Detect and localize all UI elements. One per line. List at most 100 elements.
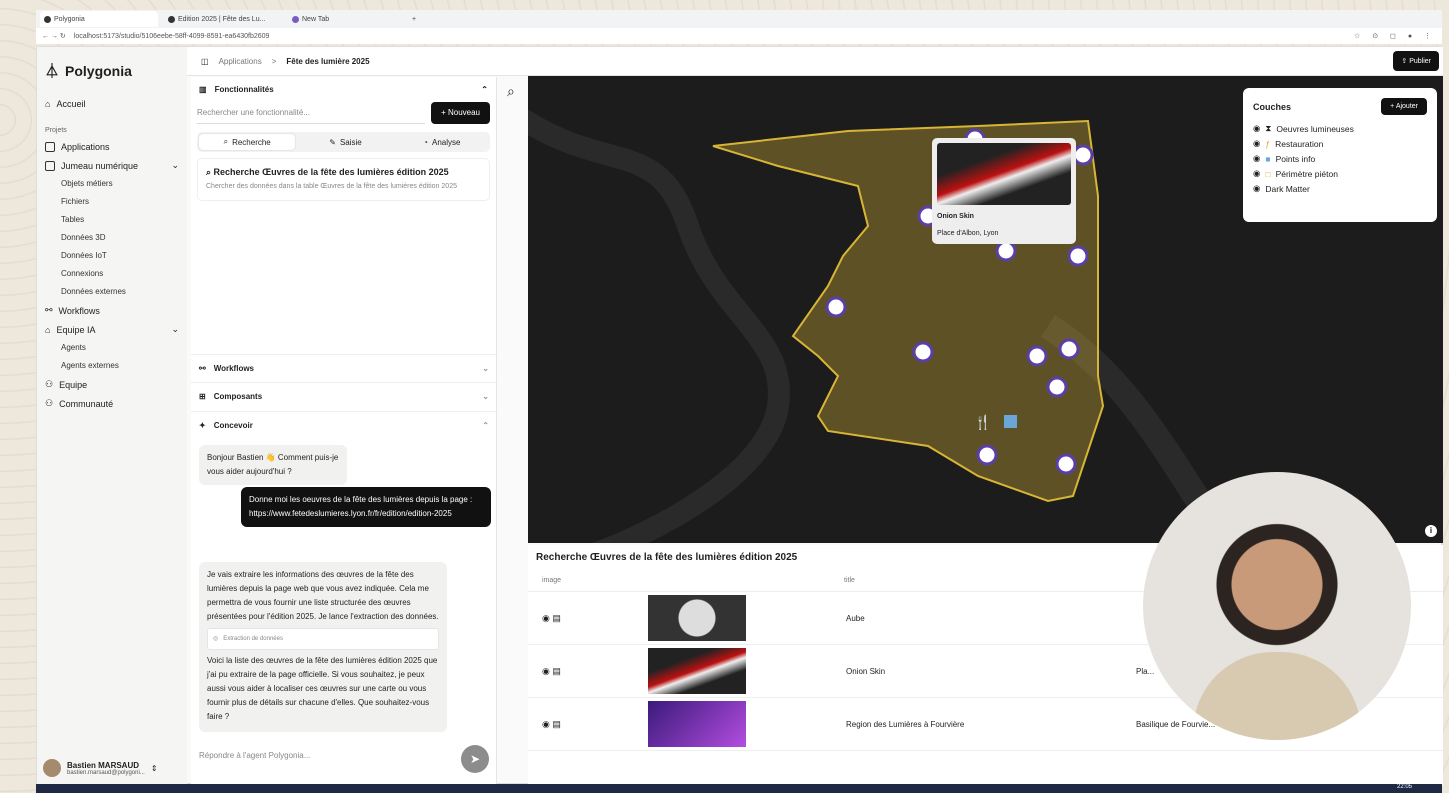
sidebar-subitem[interactable]: Données 3D: [43, 229, 181, 247]
artwork-marker[interactable]: [1055, 453, 1077, 475]
edit-icon: ✎: [329, 137, 336, 147]
chevron-down-icon: ⌄: [171, 160, 179, 170]
map-info-icon[interactable]: i: [1425, 525, 1437, 537]
sidebar-item-label: Equipe IA: [56, 324, 96, 335]
chevron-updown-icon: ⇕: [150, 763, 158, 773]
function-card[interactable]: ⌕ Recherche Œuvres de la fête des lumièr…: [197, 158, 490, 201]
tab-label: Recherche: [232, 137, 271, 147]
eye-icon[interactable]: ◉: [1253, 153, 1260, 164]
globe-tab-icon: [168, 15, 175, 23]
function-card-title: ⌕ Recherche Œuvres de la fête des lumièr…: [206, 167, 481, 178]
sidebar-item-team[interactable]: ⚇ Equipe: [43, 375, 181, 394]
browser-tab[interactable]: New Tab: [288, 11, 406, 27]
new-tab-plus-icon[interactable]: +: [412, 16, 416, 23]
extraction-status[interactable]: ◎ Extraction de données: [207, 628, 439, 650]
artwork-marker[interactable]: [976, 444, 998, 466]
artwork-marker[interactable]: [1072, 144, 1094, 166]
chat-input[interactable]: Répondre à l'agent Polygonia... ➤: [199, 743, 489, 777]
sidebar-subitem[interactable]: Données IoT: [43, 247, 181, 265]
artwork-marker[interactable]: [1067, 245, 1089, 267]
sidebar-toggle-icon[interactable]: ◫: [201, 57, 209, 66]
layer-item[interactable]: ◉ ⧗ Oeuvres lumineuses: [1253, 121, 1427, 136]
extension-icons[interactable]: ☆ ⊙ ◻ ● ⋮: [1354, 32, 1436, 40]
sidebar-subitem[interactable]: Connexions: [43, 265, 181, 283]
artwork-popup[interactable]: Onion Skin Place d'Albon, Lyon: [932, 138, 1076, 244]
sidebar: ⏃ Polygonia ⌂ Accueil Projets Applications…: [37, 47, 187, 785]
functions-search-input[interactable]: Rechercher une fonctionnalité...: [197, 102, 426, 124]
sidebar-item-digital-twin[interactable]: Jumeau numérique ⌄: [43, 156, 181, 175]
send-button[interactable]: ➤: [461, 745, 489, 773]
sidebar-item-ai-team[interactable]: ⌂ Equipe IA ⌄: [43, 320, 181, 339]
functions-search-row: Rechercher une fonctionnalité... + Nouve…: [191, 102, 496, 124]
artwork-marker[interactable]: [1046, 376, 1068, 398]
user-menu[interactable]: Bastien MARSAUD bastien.marsaud@polygoni.…: [43, 759, 158, 777]
home-icon: ⌂: [45, 99, 51, 109]
assistant-message: Bonjour Bastien 👋 Comment puis-je vous a…: [199, 445, 347, 485]
url-field[interactable]: localhost:5173/studio/5106eebe-58ff-4099…: [74, 33, 1346, 40]
sidebar-subitem[interactable]: Tables: [43, 211, 181, 229]
layer-label: Périmètre piéton: [1275, 168, 1338, 179]
publish-button[interactable]: ⇪ Publier: [1393, 51, 1439, 71]
artwork-marker[interactable]: [912, 341, 934, 363]
logo-text: Polygonia: [65, 63, 132, 79]
polygonia-tab-icon: [44, 15, 51, 23]
avatar: [43, 759, 61, 777]
user-name: Bastien MARSAUD: [67, 760, 140, 770]
tab-analyse[interactable]: ◔ Analyse: [394, 132, 490, 152]
breadcrumb-applications[interactable]: Applications: [219, 57, 262, 66]
eye-icon[interactable]: ◉: [1253, 123, 1260, 134]
chevron-up-icon[interactable]: ⌃: [481, 85, 488, 94]
eye-icon[interactable]: ◉: [1253, 168, 1260, 179]
eye-icon[interactable]: ◉: [1253, 183, 1260, 194]
chevron-up-icon: ⌃: [482, 421, 489, 430]
sidebar-subitem[interactable]: Agents: [43, 339, 181, 357]
section-workflows[interactable]: ⚯ Workflows ⌄: [191, 354, 497, 382]
map[interactable]: 🍴 Onion Skin Place d'Albon, Lyon Couches…: [528, 76, 1443, 543]
restaurant-icon[interactable]: 🍴: [974, 414, 991, 431]
sidebar-subitem[interactable]: Agents externes: [43, 357, 181, 375]
row-actions[interactable]: ◉ ▤: [528, 719, 648, 730]
row-title: Region des Lumières à Fourvière: [846, 719, 965, 729]
column-header-title[interactable]: title: [844, 577, 855, 584]
artwork-marker[interactable]: [995, 240, 1017, 262]
sidebar-subitem[interactable]: Fichiers: [43, 193, 181, 211]
tab-saisie[interactable]: ✎ Saisie: [297, 132, 393, 152]
sidebar-subitem[interactable]: Données externes: [43, 283, 181, 301]
artwork-marker[interactable]: [825, 296, 847, 318]
row-actions[interactable]: ◉ ▤: [528, 666, 648, 677]
sidebar-item-label: Jumeau numérique: [61, 160, 139, 171]
search-icon[interactable]: ⌕: [507, 83, 515, 100]
artwork-marker[interactable]: [1026, 345, 1048, 367]
sidebar-item-workflows[interactable]: ⚯ Workflows: [43, 301, 181, 320]
browser-tab[interactable]: Polygonia: [40, 11, 158, 27]
users-icon: ⚇: [45, 398, 54, 408]
functions-panel: ▥ Fonctionnalités ⌃ Rechercher une fonctio…: [191, 77, 497, 785]
column-header-image[interactable]: image: [528, 577, 844, 584]
browser-tab[interactable]: Edition 2025 | Fête des Lu...: [164, 11, 282, 27]
layer-item[interactable]: ◉ ■ Points info: [1253, 151, 1427, 166]
chart-pie-icon: ◔: [423, 137, 428, 147]
sidebar-item-home[interactable]: ⌂ Accueil: [43, 95, 181, 113]
add-layer-button[interactable]: + Ajouter: [1381, 98, 1427, 115]
sidebar-item-community[interactable]: ⚇ Communauté: [43, 394, 181, 413]
nav-arrows-icon[interactable]: ← → ↻: [42, 32, 66, 40]
layer-item[interactable]: ◉ □ Périmètre piéton: [1253, 166, 1427, 181]
address-bar: ← → ↻ localhost:5173/studio/5106eebe-58f…: [36, 28, 1442, 44]
section-concevoir[interactable]: ✦ Concevoir ⌃: [191, 411, 497, 439]
layer-item[interactable]: ◉ ƒ Restauration: [1253, 136, 1427, 151]
new-function-button[interactable]: + Nouveau: [431, 102, 490, 124]
layers-panel: Couches + Ajouter ◉ ⧗ Oeuvres lumineuses ◉ ƒ…: [1243, 88, 1437, 222]
logo[interactable]: ⏃ Polygonia: [43, 57, 181, 95]
sidebar-item-applications[interactable]: Applications: [43, 138, 181, 156]
sidebar-subitem[interactable]: Objets métiers: [43, 175, 181, 193]
info-point-icon[interactable]: [1004, 415, 1017, 428]
row-actions[interactable]: ◉ ▤: [528, 613, 648, 624]
square-icon: □: [1265, 168, 1271, 179]
layer-item[interactable]: ◉ Dark Matter: [1253, 181, 1427, 196]
section-composants[interactable]: ⊞ Composants ⌄: [191, 382, 497, 410]
artwork-thumbnail: [648, 595, 746, 641]
tab-label: Edition 2025 | Fête des Lu...: [178, 15, 266, 23]
tab-recherche[interactable]: ⌕ Recherche: [199, 134, 296, 150]
eye-icon[interactable]: ◉: [1253, 138, 1260, 149]
artwork-marker[interactable]: [1058, 338, 1080, 360]
